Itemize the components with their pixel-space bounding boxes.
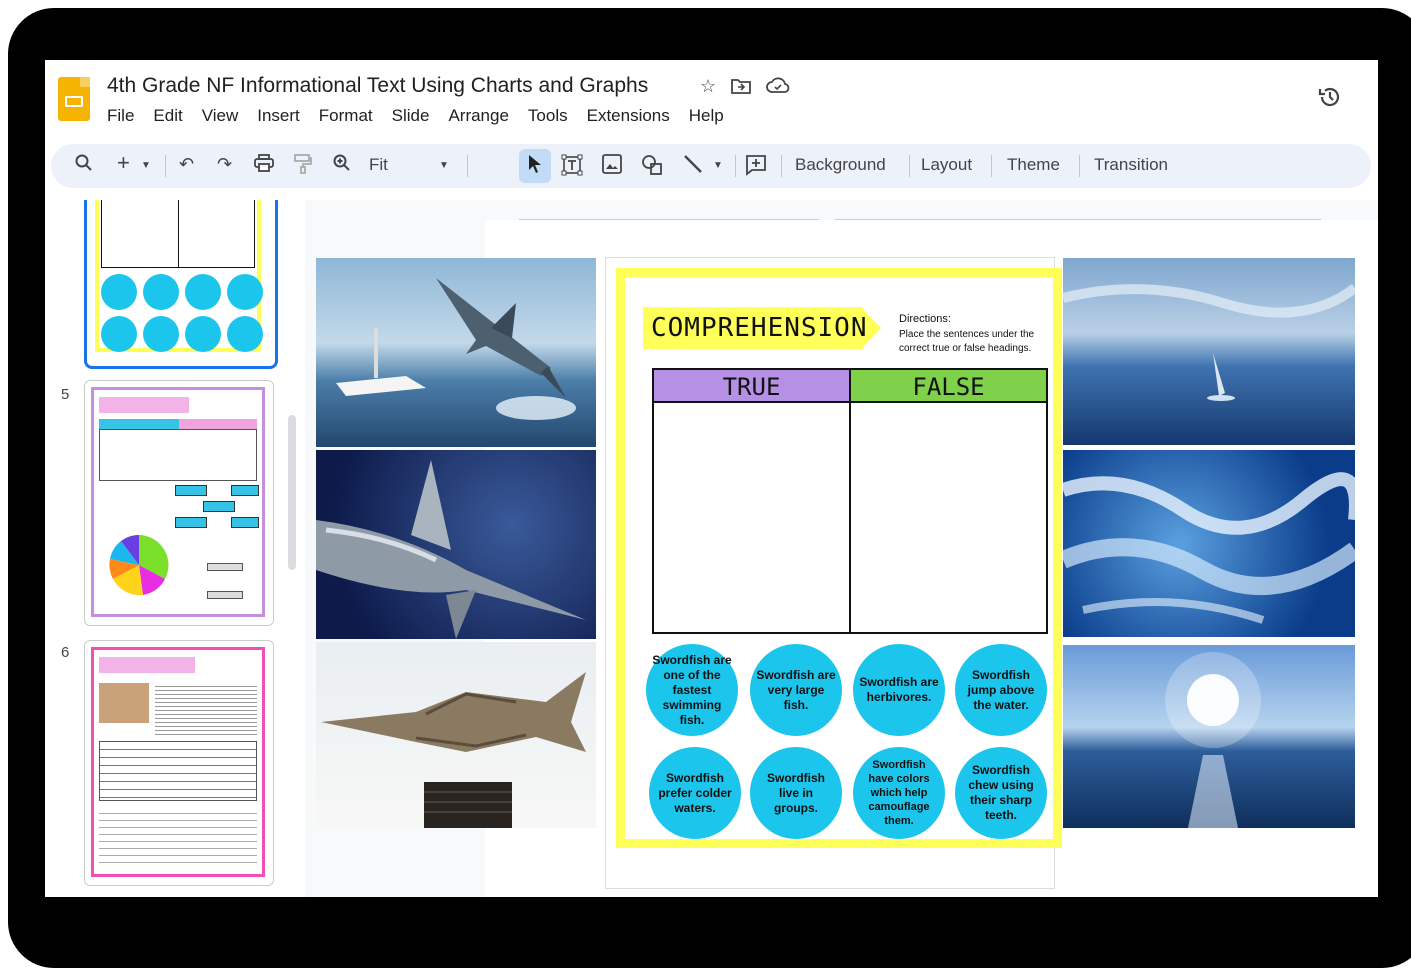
- star-icon[interactable]: ☆: [700, 76, 716, 101]
- insert-image-icon[interactable]: [602, 154, 622, 179]
- menu-slide[interactable]: Slide: [392, 106, 430, 126]
- undo-icon[interactable]: ↶: [179, 154, 194, 175]
- wooden-swordfish-photo: [316, 642, 596, 828]
- menu-help[interactable]: Help: [689, 106, 724, 126]
- zoom-dropdown-icon[interactable]: ▼: [439, 160, 449, 171]
- slides-logo-icon[interactable]: [58, 77, 90, 121]
- line-icon[interactable]: [683, 154, 703, 179]
- ocean-waves-photo: [1063, 450, 1355, 637]
- menu-view[interactable]: View: [202, 106, 239, 126]
- marlin-sculpture-photo: [316, 450, 596, 639]
- menu-edit[interactable]: Edit: [153, 106, 182, 126]
- zoom-icon[interactable]: [333, 154, 351, 177]
- sentence-circle[interactable]: Swordfish chew using their sharp teeth.: [955, 747, 1047, 839]
- false-label: FALSE: [912, 373, 985, 401]
- text-box-icon[interactable]: [561, 154, 583, 181]
- ocean-jumping-fish-photo: [1063, 258, 1355, 445]
- comprehension-slide[interactable]: COMPREHENSION Directions: Place the sent…: [605, 257, 1062, 889]
- new-slide-icon[interactable]: +: [117, 150, 130, 176]
- slide-number-6: 6: [61, 644, 70, 661]
- slide-thumbnail-4[interactable]: [84, 200, 278, 369]
- zoom-level[interactable]: Fit: [369, 155, 388, 175]
- slides-app-window: 4th Grade NF Informational Text Using Ch…: [45, 60, 1378, 897]
- menu-file[interactable]: File: [107, 106, 134, 126]
- menu-insert[interactable]: Insert: [257, 106, 300, 126]
- filmstrip-scrollbar[interactable]: [288, 415, 296, 570]
- slide-yellow-border: COMPREHENSION Directions: Place the sent…: [616, 268, 1062, 848]
- document-title[interactable]: 4th Grade NF Informational Text Using Ch…: [107, 74, 648, 98]
- cloud-saved-icon[interactable]: [766, 76, 790, 101]
- shape-icon[interactable]: [641, 154, 663, 181]
- sentence-circle[interactable]: Swordfish have colors which help camoufl…: [853, 747, 945, 839]
- sentence-circle[interactable]: Swordfish are herbivores.: [853, 644, 945, 736]
- background-button[interactable]: Background: [795, 155, 886, 175]
- ocean-sun-photo: [1063, 645, 1355, 828]
- toolbar: + ▼ ↶ ↷ Fit ▼ ▼ Background Layout Theme …: [51, 144, 1371, 188]
- sentence-circle[interactable]: Swordfish live in groups.: [750, 747, 842, 839]
- true-false-table: TRUE FALSE: [652, 368, 1048, 634]
- menu-extensions[interactable]: Extensions: [587, 106, 670, 126]
- title-bar: 4th Grade NF Informational Text Using Ch…: [45, 60, 1378, 140]
- menu-tools[interactable]: Tools: [528, 106, 568, 126]
- slide-thumbnail-5[interactable]: [84, 380, 274, 626]
- menu-arrange[interactable]: Arrange: [448, 106, 508, 126]
- move-folder-icon[interactable]: [730, 76, 752, 101]
- transition-button[interactable]: Transition: [1094, 155, 1168, 175]
- slide-filmstrip: 5 6: [45, 200, 300, 897]
- slide-number-5: 5: [61, 386, 70, 403]
- slide-thumbnail-6[interactable]: [84, 640, 274, 886]
- menu-format[interactable]: Format: [319, 106, 373, 126]
- false-header: FALSE: [851, 370, 1046, 403]
- menu-bar: File Edit View Insert Format Slide Arran…: [107, 106, 724, 126]
- directions-title: Directions:: [899, 313, 951, 325]
- true-header: TRUE: [654, 370, 851, 403]
- sentence-circle[interactable]: Swordfish prefer colder waters.: [649, 747, 741, 839]
- sentence-circle[interactable]: Swordfish are one of the fastest swimmin…: [646, 644, 738, 736]
- print-icon[interactable]: [254, 154, 274, 177]
- directions-body: Place the sentences under the correct tr…: [899, 329, 1035, 354]
- comprehension-heading: COMPREHENSION: [651, 313, 868, 343]
- new-slide-dropdown-icon[interactable]: ▼: [141, 160, 151, 171]
- select-arrow-icon[interactable]: [527, 154, 543, 179]
- add-comment-icon[interactable]: [745, 154, 767, 181]
- true-label: TRUE: [722, 373, 781, 401]
- theme-button[interactable]: Theme: [1007, 155, 1060, 175]
- layout-button[interactable]: Layout: [921, 155, 972, 175]
- paint-format-icon[interactable]: [294, 154, 312, 179]
- sentence-circle[interactable]: Swordfish are very large fish.: [750, 644, 842, 736]
- version-history-icon[interactable]: [1317, 84, 1343, 117]
- line-dropdown-icon[interactable]: ▼: [713, 160, 723, 171]
- marlin-jumping-photo: [316, 258, 596, 447]
- sentence-circle[interactable]: Swordfish jump above the water.: [955, 644, 1047, 736]
- search-menus-icon[interactable]: [75, 154, 93, 177]
- redo-icon[interactable]: ↷: [217, 154, 232, 175]
